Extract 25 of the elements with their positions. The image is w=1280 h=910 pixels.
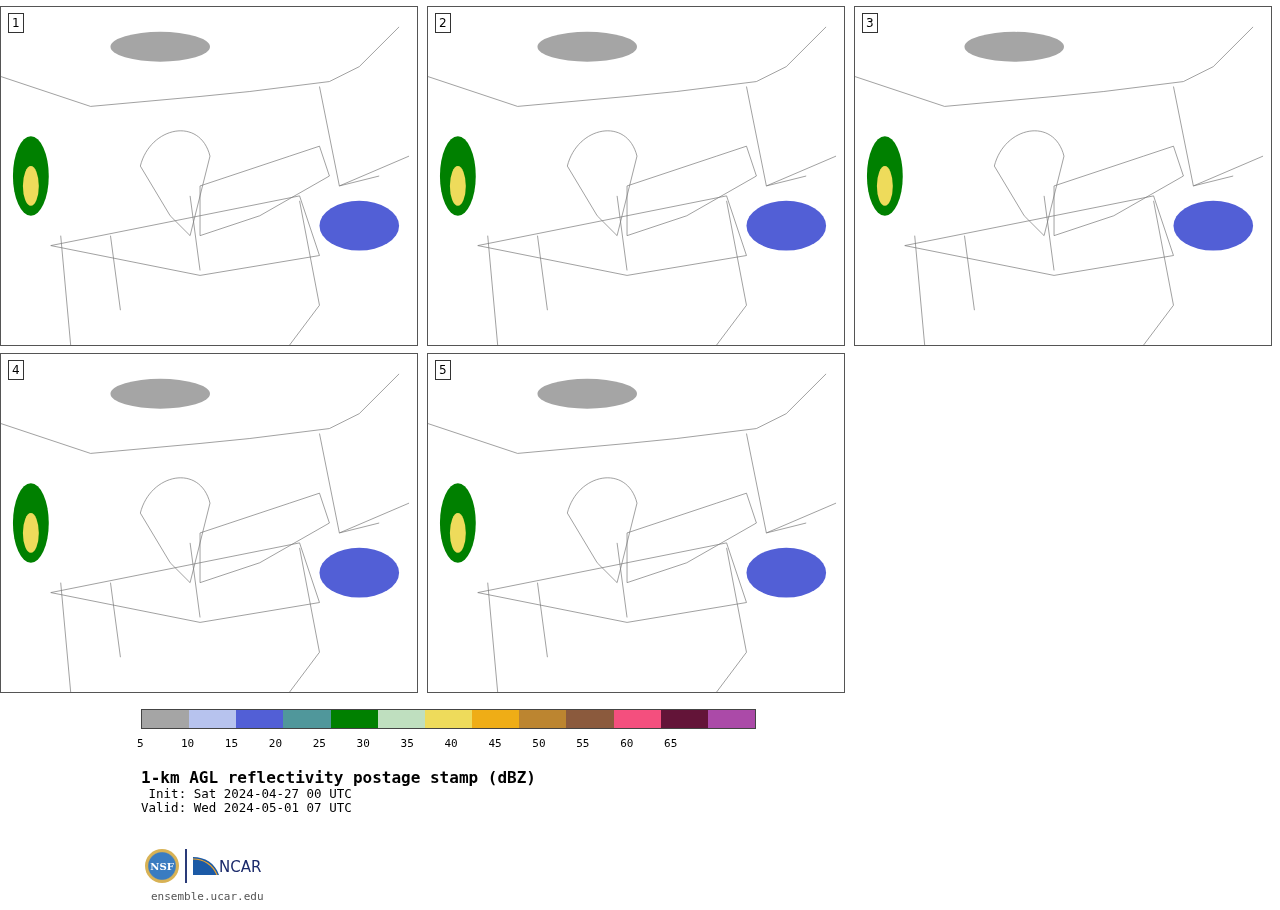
tick-label: 50 — [532, 737, 546, 750]
tick-label: 45 — [488, 737, 502, 750]
chart-title: 1-km AGL reflectivity postage stamp (dBZ) — [141, 769, 537, 787]
valid-time: Valid: Wed 2024-05-01 07 UTC — [141, 801, 353, 815]
panel-number: 4 — [8, 360, 24, 380]
tick-label: 55 — [576, 737, 590, 750]
tick-label: 5 — [137, 737, 144, 750]
ncar-logo: NCAR — [219, 860, 262, 875]
tick-label: 40 — [444, 737, 458, 750]
tick-label: 30 — [356, 737, 370, 750]
tick-label: 15 — [224, 737, 239, 750]
panel-number: 2 — [435, 13, 451, 33]
nsf-logo: NSF — [145, 849, 179, 883]
tick-label: 60 — [620, 737, 634, 750]
panel-number: 3 — [862, 13, 878, 33]
panel-number: 5 — [435, 360, 451, 380]
init-time: Init: Sat 2024-04-27 00 UTC — [147, 787, 353, 801]
tick-label: 65 — [664, 737, 678, 750]
tick-label: 10 — [180, 737, 195, 750]
swoosh-icon — [193, 857, 219, 875]
panel-number: 1 — [8, 13, 24, 33]
tick-label: 20 — [268, 737, 282, 750]
website-url: ensemble.ucar.edu — [151, 889, 265, 905]
tick-label: 35 — [400, 737, 414, 750]
tick-label: 25 — [312, 737, 326, 750]
